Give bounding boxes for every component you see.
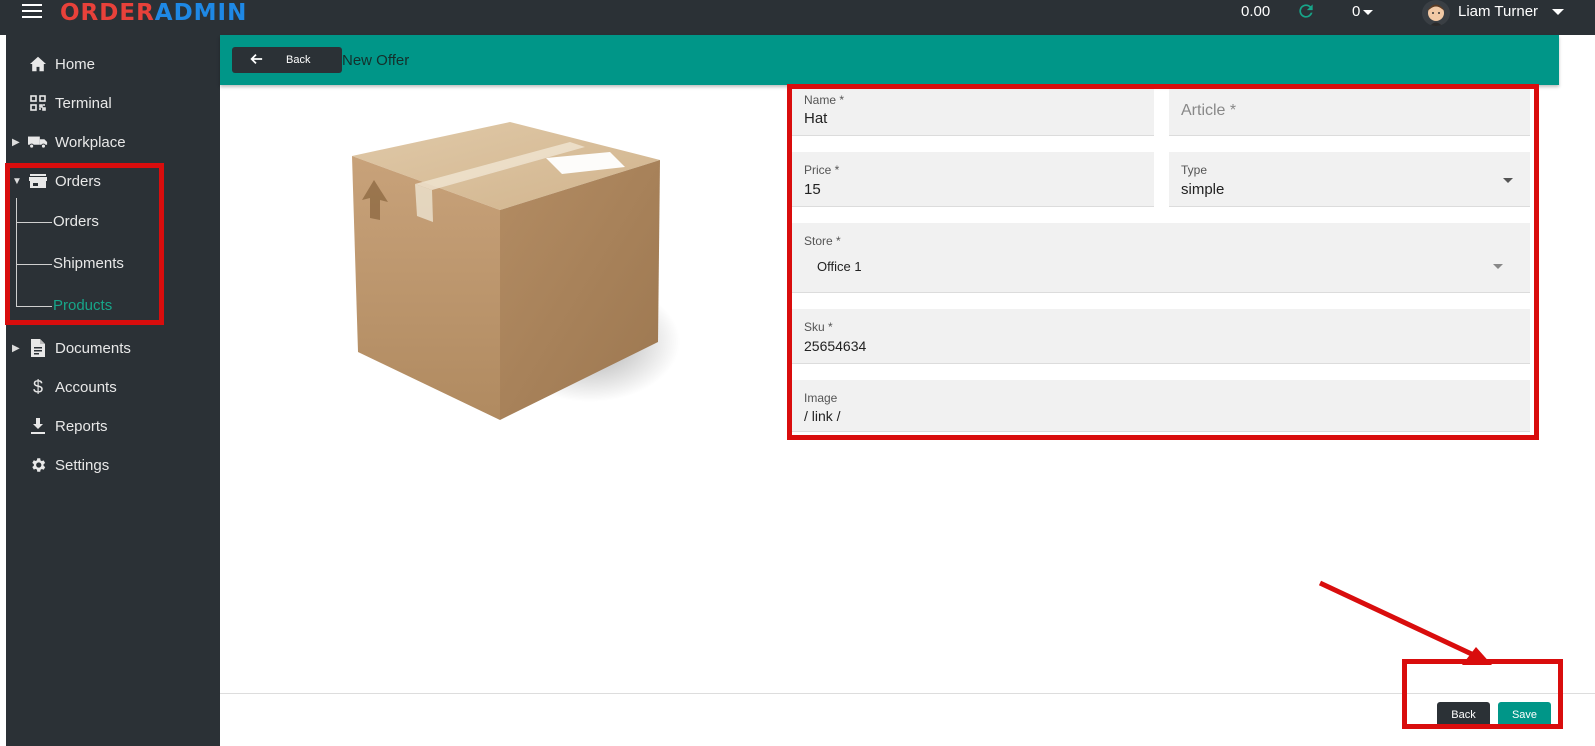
save-button[interactable]: Save <box>1498 702 1551 728</box>
article-field[interactable]: Article * <box>1169 88 1530 136</box>
expand-arrow-icon: ▶ <box>12 136 20 148</box>
name-field-label: Name * <box>804 93 845 107</box>
counter-value: 0 <box>1352 3 1361 20</box>
image-field-value: / link / <box>804 408 841 424</box>
sidebar-item-label: Home <box>55 55 96 73</box>
refresh-icon[interactable] <box>1296 1 1316 21</box>
chevron-down-icon <box>1363 9 1374 15</box>
sidebar-item-orders[interactable]: ▼ Orders <box>6 163 220 199</box>
sidebar-item-workplace[interactable]: ▶ Workplace <box>6 124 220 160</box>
image-field[interactable]: Image / link / <box>792 380 1530 432</box>
sidebar-subitem-shipments[interactable]: Shipments <box>16 248 166 278</box>
avatar[interactable] <box>1422 0 1450 26</box>
sidebar-item-reports[interactable]: Reports <box>6 408 220 444</box>
sidebar-subitem-label: Orders <box>53 213 99 230</box>
store-select-label: Store * <box>804 234 841 248</box>
sidebar-item-settings[interactable]: Settings <box>6 447 220 483</box>
name-field[interactable]: Name * Hat <box>792 88 1154 136</box>
back-button-label: Back <box>286 54 311 66</box>
dollar-icon: $ <box>32 376 43 397</box>
back-button[interactable]: Back <box>232 47 342 73</box>
chevron-down-icon <box>1552 9 1565 16</box>
notification-counter[interactable]: 0 <box>1352 3 1374 20</box>
name-field-value: Hat <box>804 110 828 127</box>
type-select-label: Type <box>1181 163 1208 177</box>
sidebar-subitem-label: Shipments <box>53 255 124 272</box>
balance-display: 0.00 <box>1241 3 1271 20</box>
chevron-down-icon <box>1493 264 1503 269</box>
price-field-label: Price * <box>804 163 840 177</box>
sidebar-subitem-label: Products <box>53 297 113 314</box>
sidebar-item-label: Reports <box>55 417 108 435</box>
store-select[interactable]: Store * Office 1 <box>792 223 1530 293</box>
sidebar-item-terminal[interactable]: Terminal <box>6 85 220 121</box>
sku-field[interactable]: Sku * 25654634 <box>792 309 1530 364</box>
sidebar: Home Terminal ▶ Workplace ▼ Orders Order… <box>6 35 220 746</box>
image-field-label: Image <box>804 391 838 405</box>
collapse-arrow-icon: ▼ <box>12 175 22 187</box>
arrow-left-icon <box>250 54 263 64</box>
sidebar-subitem-products[interactable]: Products <box>16 290 166 320</box>
offer-form: Name * Hat Article * Price * 15 Type sim… <box>792 88 1534 436</box>
sidebar-item-label: Accounts <box>55 378 117 396</box>
logo-admin-text: ADMIN <box>154 0 248 26</box>
download-icon <box>28 416 48 436</box>
annotation-arrow-icon <box>1318 580 1492 665</box>
sidebar-item-home[interactable]: Home <box>6 46 220 82</box>
username-label: Liam Turner <box>1458 3 1539 20</box>
top-bar: ORDERADMIN 0.00 0 Liam Turner <box>0 0 1595 35</box>
sidebar-subitem-orders[interactable]: Orders <box>16 206 166 236</box>
sidebar-item-label: Settings <box>55 456 110 474</box>
app-logo[interactable]: ORDERADMIN <box>60 0 247 26</box>
sidebar-item-documents[interactable]: ▶ Documents <box>6 330 220 366</box>
user-menu[interactable]: Liam Turner <box>1458 3 1565 20</box>
page-header: Back New Offer <box>220 35 1559 85</box>
product-image-box <box>352 122 680 420</box>
article-field-placeholder: Article * <box>1181 102 1237 119</box>
qr-code-icon <box>28 93 48 113</box>
price-field[interactable]: Price * 15 <box>792 152 1154 207</box>
type-select[interactable]: Type simple <box>1169 152 1530 207</box>
type-select-value: simple <box>1181 181 1225 198</box>
sku-field-label: Sku * <box>804 320 833 334</box>
page-title: New Offer <box>342 52 410 69</box>
chevron-down-icon <box>1503 178 1513 183</box>
price-field-value: 15 <box>804 181 821 198</box>
home-icon <box>28 54 48 74</box>
logo-order-text: ORDER <box>60 0 155 26</box>
store-select-value: Office 1 <box>817 259 862 274</box>
sidebar-item-accounts[interactable]: $ Accounts <box>6 369 220 405</box>
store-icon <box>28 171 48 191</box>
sku-field-value: 25654634 <box>804 338 867 354</box>
sidebar-item-label: Terminal <box>55 94 112 112</box>
sidebar-item-label: Documents <box>55 339 131 357</box>
document-icon <box>28 338 48 358</box>
footer-back-button[interactable]: Back <box>1437 702 1490 728</box>
app-root: ORDERADMIN 0.00 0 Liam Turner Home Termi… <box>0 0 1595 746</box>
footer-divider <box>220 693 1595 694</box>
hamburger-menu-icon[interactable] <box>22 4 42 20</box>
truck-icon <box>28 132 48 152</box>
sidebar-item-label: Orders <box>55 172 101 190</box>
gear-icon <box>28 455 48 475</box>
sidebar-item-label: Workplace <box>55 133 126 151</box>
expand-arrow-icon: ▶ <box>12 342 20 354</box>
